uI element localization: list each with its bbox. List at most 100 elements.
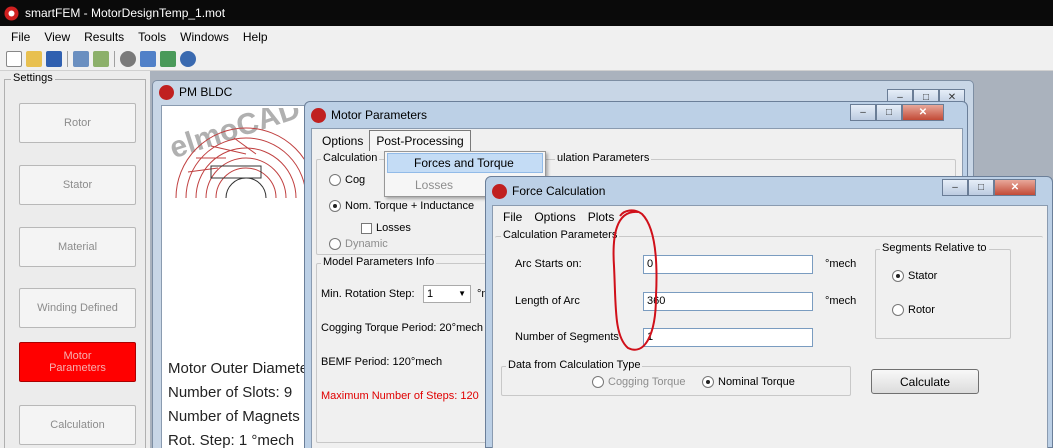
rotor-radio-label: Rotor	[908, 304, 935, 316]
settings-panel: Settings Rotor Stator Material Winding D…	[0, 71, 150, 448]
settings-group: Settings Rotor Stator Material Winding D…	[4, 72, 146, 448]
pm-bldc-title: PM BLDC	[179, 85, 233, 99]
forces-and-torque-item[interactable]: Forces and Torque	[387, 153, 543, 173]
radio-selected-icon	[329, 200, 341, 213]
model-parameters-group: Model Parameters Info Min. Rotation Step…	[316, 256, 492, 443]
force-calculation-window: Force Calculation – □ ✕ File Options Plo…	[485, 176, 1053, 448]
cogging-torque-radio[interactable]: Cogging Torque	[592, 376, 686, 389]
menu-results[interactable]: Results	[77, 30, 131, 44]
number-of-magnets-text: Number of Magnets	[168, 408, 300, 425]
checkbox-icon	[361, 222, 372, 234]
arc-starts-unit: °mech	[825, 258, 857, 270]
calc-parameters-title: Calculation Parameters	[501, 229, 620, 241]
window-icon	[159, 85, 174, 100]
menu-file[interactable]: File	[4, 30, 37, 44]
segments-relative-title: Segments Relative to	[880, 242, 989, 254]
fc-menu-file[interactable]: File	[497, 210, 528, 224]
model-parameters-title: Model Parameters Info	[321, 256, 437, 268]
mesh-icon[interactable]	[73, 50, 89, 67]
min-rotation-step-label: Min. Rotation Step:	[321, 288, 415, 300]
max-steps-text: Maximum Number of Steps: 120	[321, 390, 479, 402]
nominal-torque-radio-label: Nom. Torque + Inductance	[345, 200, 475, 212]
radio-selected-icon	[892, 270, 904, 283]
radio-icon	[592, 376, 604, 389]
fc-menu-options[interactable]: Options	[528, 210, 581, 224]
maximize-icon[interactable]: □	[876, 104, 902, 121]
close-icon[interactable]: ✕	[994, 179, 1036, 196]
calculation-group-title: Calculation	[321, 152, 380, 164]
losses-checkbox-label: Losses	[376, 222, 411, 234]
gear-icon[interactable]	[120, 50, 136, 67]
arc-starts-label: Arc Starts on:	[515, 258, 582, 270]
window-icon	[492, 184, 507, 199]
radio-selected-icon	[702, 376, 714, 389]
fc-menu-bar: File Options Plots	[493, 206, 1047, 228]
calculate-button[interactable]: Calculate	[871, 369, 979, 394]
calculation-button[interactable]: Calculation	[19, 405, 136, 445]
mp-menu-bar: Options Post-Processing	[312, 129, 962, 151]
menu-windows[interactable]: Windows	[173, 30, 236, 44]
maximize-icon[interactable]: □	[968, 179, 994, 196]
window-icon	[311, 108, 326, 123]
min-rotation-step-value: 1	[427, 288, 434, 300]
rotor-button[interactable]: Rotor	[19, 103, 136, 143]
radio-icon	[329, 174, 341, 187]
menu-view[interactable]: View	[37, 30, 77, 44]
edit-icon[interactable]	[140, 50, 156, 67]
minimize-icon[interactable]: –	[850, 104, 876, 121]
dynamic-radio-label: Dynamic	[345, 238, 388, 250]
cogging-torque-radio-label: Cogging Torque	[608, 376, 686, 388]
radio-icon	[892, 304, 904, 317]
close-icon[interactable]: ✕	[902, 104, 944, 121]
stator-radio[interactable]: Stator	[892, 270, 938, 283]
rot-step-text: Rot. Step: 1 °mech	[168, 432, 295, 448]
rotor-radio[interactable]: Rotor	[892, 304, 935, 317]
calc-params-title: ulation Parameters	[555, 152, 652, 164]
mp-menu-options[interactable]: Options	[316, 131, 369, 151]
material-button[interactable]: Material	[19, 227, 136, 267]
mp-caption-buttons: – □ ✕	[850, 104, 944, 121]
losses-checkbox[interactable]: Losses	[361, 222, 411, 234]
segments-input[interactable]: 1	[643, 328, 813, 347]
min-rotation-step-select[interactable]: 1 ▼	[423, 285, 471, 303]
table-icon[interactable]	[160, 50, 176, 67]
logo-text: elmoCAD	[166, 108, 304, 165]
motor-drawing-icon: elmoCAD	[166, 108, 317, 198]
stator-button[interactable]: Stator	[19, 165, 136, 205]
toolbar	[0, 47, 1053, 71]
segments-relative-group: Segments Relative to Stator Rotor	[875, 242, 1011, 339]
cogging-radio-label: Cog	[345, 174, 366, 186]
cogging-period-text: Cogging Torque Period: 20°mech	[321, 322, 483, 334]
mp-menu-post-processing[interactable]: Post-Processing	[369, 130, 471, 151]
radio-icon	[329, 238, 341, 251]
data-from-group: Data from Calculation Type Cogging Torqu…	[501, 359, 851, 396]
chart-icon[interactable]	[93, 50, 109, 67]
nominal-torque-radio[interactable]: Nominal Torque	[702, 376, 795, 389]
toolbar-separator	[67, 50, 68, 67]
winding-defined-button[interactable]: Winding Defined	[19, 288, 136, 328]
arc-length-input[interactable]: 360	[643, 292, 813, 311]
save-icon[interactable]	[46, 50, 62, 67]
nominal-torque-radio[interactable]: Nom. Torque + Inductance	[329, 200, 475, 213]
stator-radio-label: Stator	[908, 270, 938, 282]
force-calculation-client: File Options Plots Calculation Parameter…	[492, 205, 1048, 448]
globe-icon[interactable]	[180, 50, 196, 67]
chevron-down-icon: ▼	[458, 289, 466, 298]
bemf-period-text: BEMF Period: 120°mech	[321, 356, 443, 368]
arc-starts-input[interactable]: 0	[643, 255, 813, 274]
motor-parameters-button[interactable]: Motor Parameters	[19, 342, 136, 382]
annotation-ellipse-icon	[612, 209, 658, 351]
app-title: smartFEM - MotorDesignTemp_1.mot	[25, 6, 226, 20]
open-folder-icon[interactable]	[26, 50, 42, 67]
dynamic-radio[interactable]: Dynamic	[329, 238, 388, 251]
menu-help[interactable]: Help	[236, 30, 275, 44]
settings-title: Settings	[11, 72, 55, 84]
arc-length-unit: °mech	[825, 295, 857, 307]
fc-caption-buttons: – □ ✕	[942, 179, 1036, 196]
menu-tools[interactable]: Tools	[131, 30, 173, 44]
nominal-torque-radio-label: Nominal Torque	[718, 376, 795, 388]
minimize-icon[interactable]: –	[942, 179, 968, 196]
new-file-icon[interactable]	[6, 50, 22, 67]
app-title-bar: smartFEM - MotorDesignTemp_1.mot	[0, 0, 1053, 26]
cogging-radio[interactable]: Cog	[329, 174, 366, 187]
